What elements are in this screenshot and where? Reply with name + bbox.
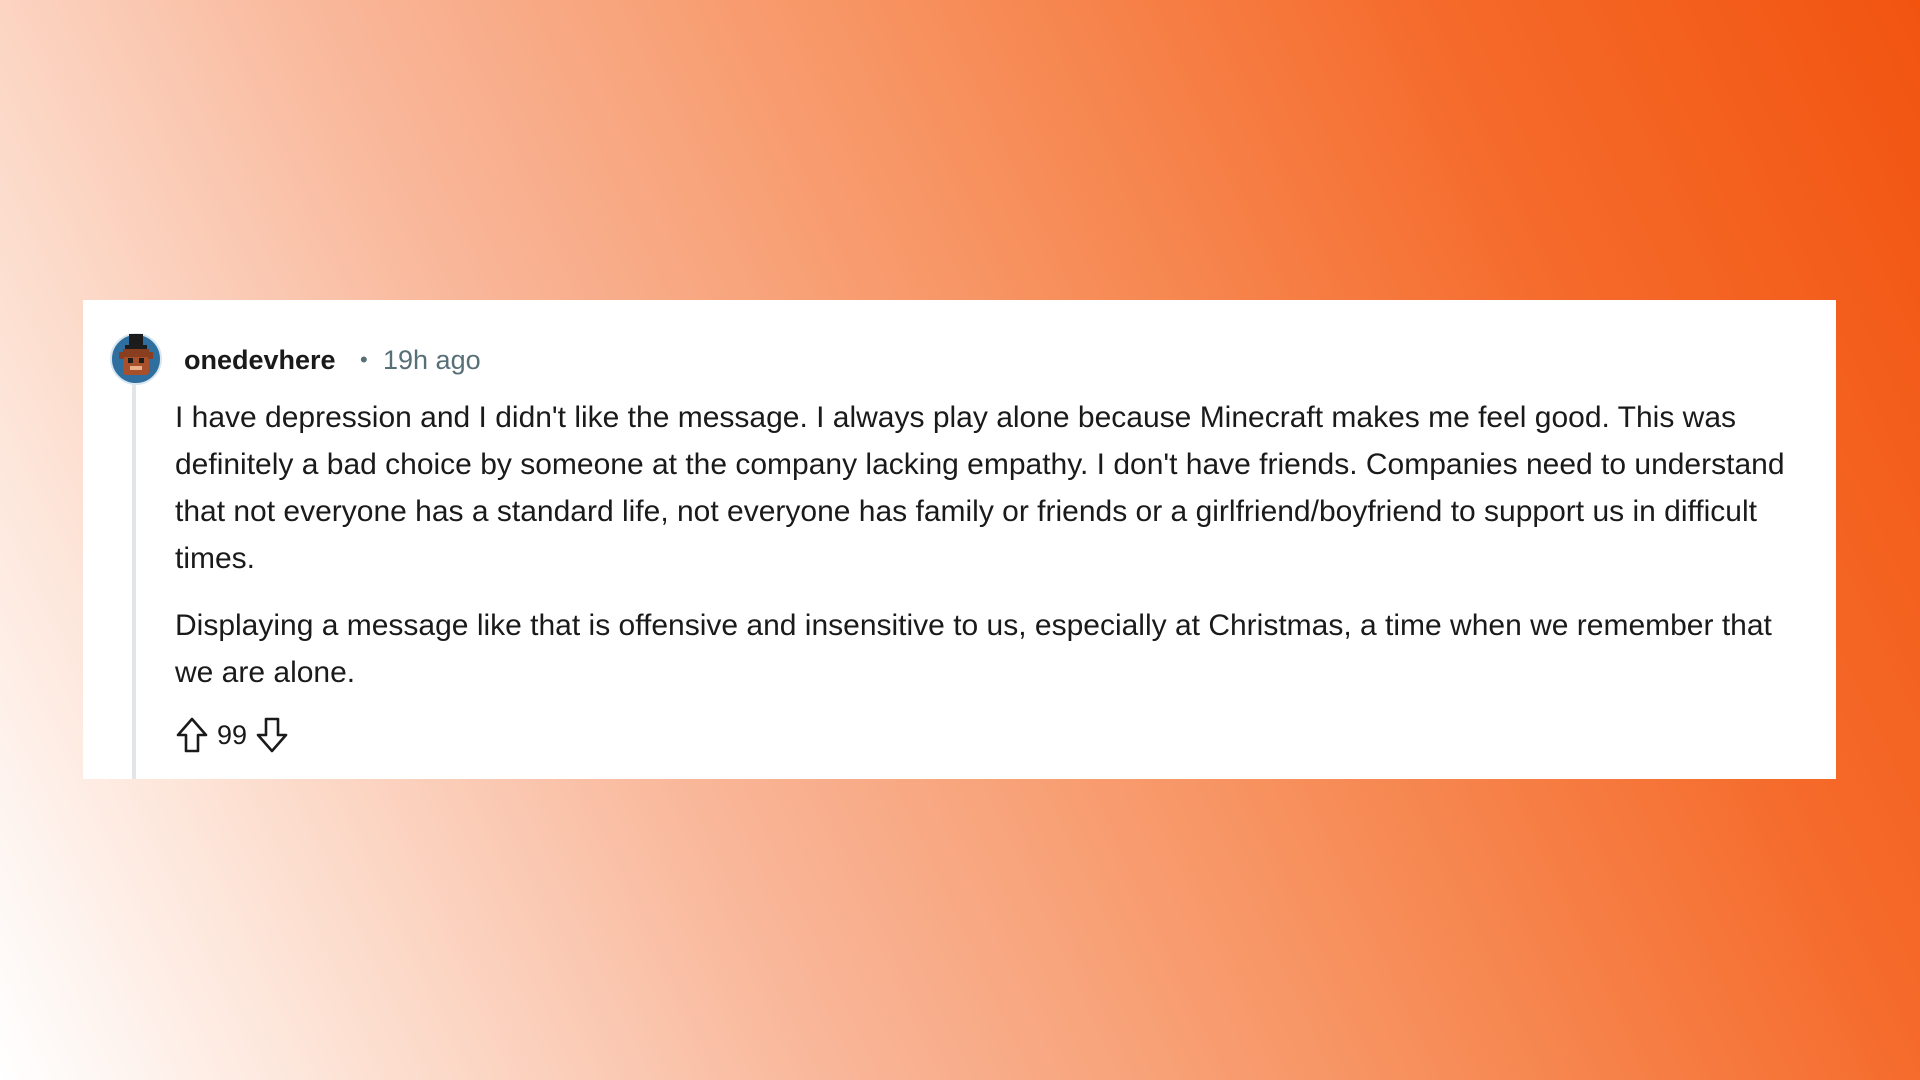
- comment-paragraph: Displaying a message like that is offens…: [175, 609, 1772, 689]
- vote-count: 99: [217, 720, 248, 750]
- avatar[interactable]: [110, 328, 162, 386]
- comment-paragraph: I have depression and I didn't like the …: [175, 401, 1785, 575]
- username[interactable]: onedevhere: [184, 342, 336, 378]
- meta-separator: •: [360, 347, 368, 372]
- comment-card: onedevhere • 19h ago I have depression a…: [83, 300, 1836, 779]
- timestamp[interactable]: 19h ago: [383, 342, 481, 378]
- downvote-button[interactable]: [253, 715, 291, 755]
- comment-body: I have depression and I didn't like the …: [175, 394, 1815, 696]
- upvote-arrow-icon: [176, 717, 208, 753]
- upvote-button[interactable]: [173, 715, 211, 755]
- avatar-icon: [110, 333, 162, 385]
- thread-line[interactable]: [132, 362, 136, 779]
- vote-bar: 99: [173, 715, 291, 755]
- downvote-arrow-icon: [256, 717, 288, 753]
